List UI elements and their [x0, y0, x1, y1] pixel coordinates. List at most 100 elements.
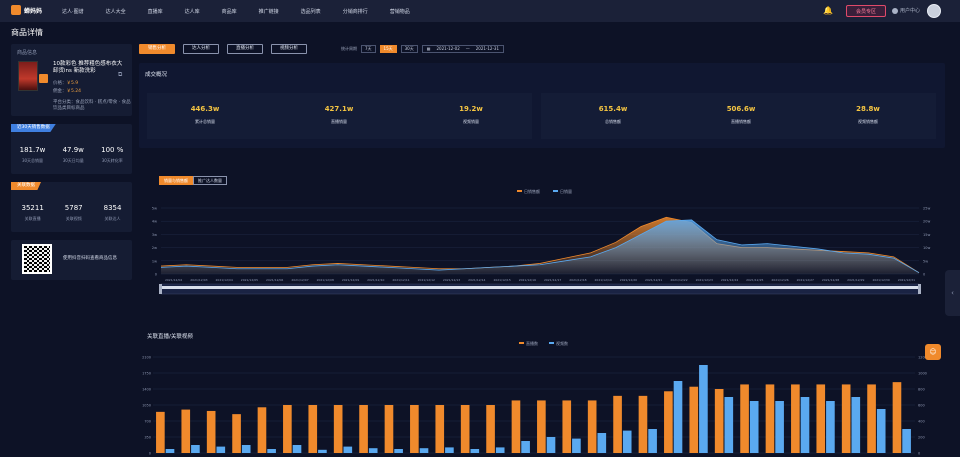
nav-item[interactable]: 推广链接 [259, 8, 279, 15]
bar-video [191, 445, 200, 453]
stat-value: 100 % [101, 146, 124, 154]
tab-live[interactable]: 直播分析 [227, 44, 263, 54]
y-tick-label: 0 [149, 452, 151, 456]
bar-live [765, 384, 775, 453]
bell-icon[interactable]: 🔔 [823, 6, 833, 16]
overview-amount-box: 615.4w 总销售额 506.6w 直播销售额 28.8w 视频销售额 [541, 93, 936, 139]
brand-logo[interactable]: 蝉妈妈 [11, 5, 42, 15]
x-tick-label: 2021/12/17 [544, 278, 561, 282]
stat-item: 35211 关联直播 [22, 204, 44, 222]
nav-item[interactable]: 达人大全 [106, 8, 126, 15]
date-range-picker[interactable]: ▦ 2021-12-02 — 2021-12-31 [421, 45, 505, 53]
float-action-button[interactable]: ☺ [925, 344, 941, 360]
range-handle-left [159, 284, 162, 294]
y-tick-label: 1050 [142, 404, 151, 408]
member-button[interactable]: 会员专区 [846, 5, 886, 17]
x-tick-label: 2021/12/02 [165, 278, 182, 282]
sales-stats-card: 近30天销售数据 181.7w 30天总销量 47.9w 30天日均量 100 % 3… [11, 124, 132, 174]
link-stats-row: 35211 关联直播 5787 关联视频 8354 关联达人 [11, 204, 132, 222]
nav-item[interactable]: 分销商排行 [343, 8, 368, 15]
y2-tick-label: 10w [923, 246, 930, 250]
legend-label: 日销量 [560, 188, 572, 194]
tab-promoters[interactable]: 推广达人数量 [193, 176, 227, 185]
bar-video [851, 397, 861, 453]
logo-mark-icon [11, 5, 21, 15]
bar-live [664, 391, 673, 453]
bar-live [816, 384, 826, 453]
x-tick-label: 2021/12/26 [771, 278, 788, 282]
legend-swatch [549, 342, 554, 344]
stat-item: 181.7w 30天总销量 [20, 146, 46, 164]
copy-icon[interactable]: ⧉ [118, 71, 122, 79]
y2-tick-label: 20w [923, 220, 930, 224]
bar-video [241, 445, 251, 453]
qr-card: 使用抖音扫码查看商品信息 [11, 240, 132, 280]
overview-item: 615.4w 总销售额 [573, 105, 653, 125]
filter-7d[interactable]: 7天 [361, 45, 376, 53]
legend-label: 日销售额 [524, 188, 540, 194]
overview-value: 615.4w [598, 105, 628, 113]
filter-15d[interactable]: 15天 [379, 45, 397, 53]
nav-item[interactable]: 营销物品 [390, 8, 410, 15]
user-chip[interactable]: 用户中心 [892, 7, 920, 14]
x-tick-label: 2021/12/30 [872, 278, 889, 282]
nav-item[interactable]: 达人库 [185, 8, 200, 15]
qr-code [22, 244, 52, 274]
bar-live [486, 405, 495, 453]
bar-video [902, 429, 911, 453]
range-slider-bar [161, 286, 919, 289]
bar-live [410, 405, 419, 453]
bar-video [800, 397, 810, 453]
bar-video [216, 446, 226, 453]
filter-30d[interactable]: 30天 [400, 45, 418, 53]
x-tick-label: 2021/12/20 [620, 278, 637, 282]
overview-value: 427.1w [324, 105, 354, 113]
bar-video [292, 445, 302, 453]
x-tick-label: 2021/12/23 [696, 278, 713, 282]
bar-live [714, 389, 724, 453]
y-tick-label: 0 [155, 273, 157, 277]
x-tick-label: 2021/12/05 [241, 278, 258, 282]
bar-chart: 直播数 视频数 0 0 350 200 700 400 1050 600 1400 800 1750 10… [142, 340, 927, 456]
y-tick-label: 700 [144, 420, 151, 424]
y2-tick-label: 0 [918, 452, 920, 456]
trend-tabs: 销量与销售额 推广达人数量 [159, 176, 227, 185]
bar-live [333, 405, 343, 453]
bar-live [283, 405, 292, 453]
bar-live [384, 405, 394, 453]
x-tick-label: 2021/12/12 [418, 278, 435, 282]
stat-label: 关联视频 [65, 216, 82, 221]
stat-value: 181.7w [19, 146, 46, 154]
x-tick-label: 2021/12/06 [266, 278, 283, 282]
y2-tick-label: 25w [923, 207, 930, 211]
tab-video[interactable]: 视频分析 [271, 44, 307, 54]
stat-item: 8354 关联达人 [104, 204, 122, 222]
bar-live [537, 400, 546, 453]
y-tick-label: 350 [144, 436, 151, 440]
stat-value: 35211 [21, 204, 44, 212]
tab-influencer[interactable]: 达人分析 [183, 44, 219, 54]
nav-item[interactable]: 直播库 [148, 8, 163, 15]
nav-item[interactable]: 商品库 [222, 8, 237, 15]
y-tick-label: 1750 [142, 372, 151, 376]
avatar[interactable] [927, 4, 941, 18]
tab-sales-amount[interactable]: 销量与销售额 [159, 176, 193, 185]
bar-video [419, 448, 429, 453]
tab-sales[interactable]: 销售分析 [139, 44, 175, 54]
product-image[interactable] [18, 61, 38, 91]
nav-item[interactable]: 选品列表 [301, 8, 321, 15]
overview-value: 28.8w [856, 105, 880, 113]
side-collapse-handle[interactable]: ‹ [945, 270, 960, 316]
stat-label: 关联直播 [24, 216, 41, 221]
product-name[interactable]: 10款彩色 推荐粗色感布衣大卸货ins 新款洗彩 [53, 61, 125, 75]
x-tick-label: 2021/12/29 [847, 278, 864, 282]
bar-video [521, 441, 530, 453]
product-card: 商品信息 10款彩色 推荐粗色感布衣大卸货ins 新款洗彩 ⧉ 价格：￥5.9 … [11, 44, 132, 116]
x-tick-label: 2021/12/16 [519, 278, 536, 282]
nav-item[interactable]: 达人·图谱 [62, 8, 84, 15]
x-tick-label: 2021/12/11 [392, 278, 409, 282]
legend-label: 视频数 [556, 340, 568, 346]
stat-label: 30天总销量 [21, 158, 44, 163]
commission-label: 佣金： [53, 89, 67, 94]
bar-live [587, 400, 597, 453]
